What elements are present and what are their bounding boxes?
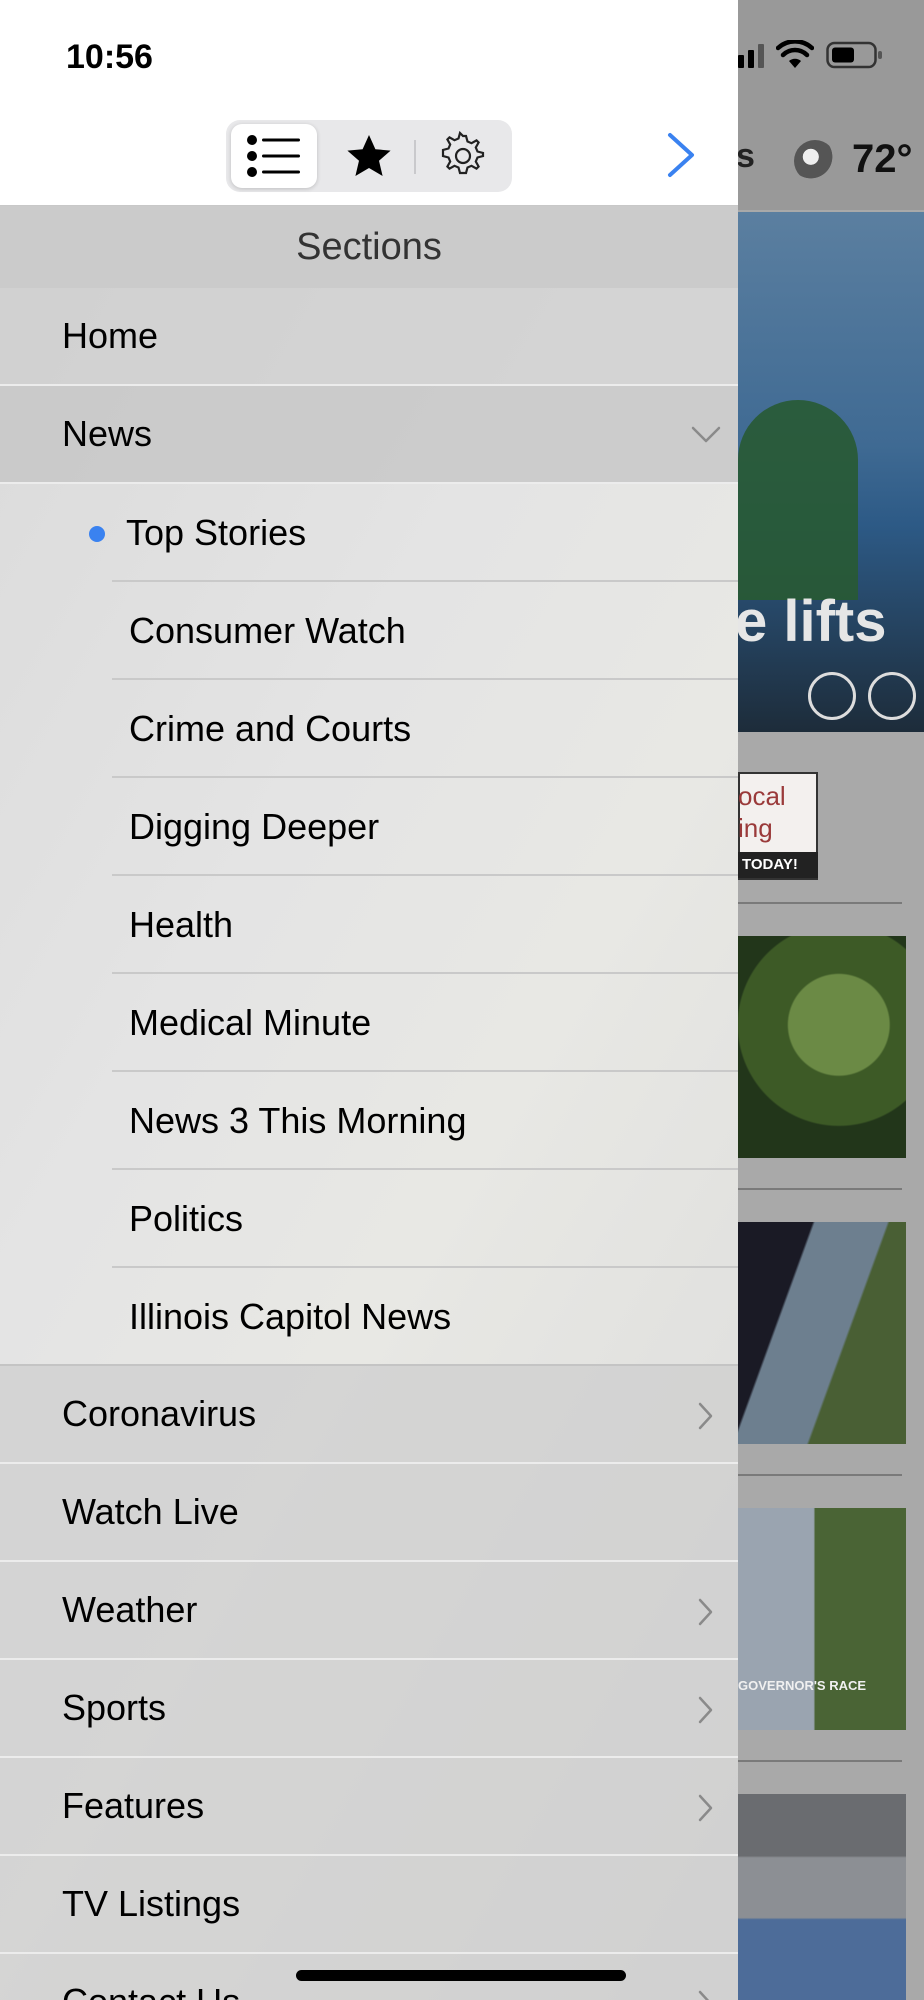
sections-drawer: 10:56 Sections Home News Top Stories Con… [0, 0, 738, 2000]
temperature-label: 72° [852, 137, 913, 181]
selected-indicator [89, 526, 105, 542]
submenu-item-medical-minute[interactable]: Medical Minute [0, 974, 738, 1072]
background-tab-label: s [736, 137, 755, 175]
menu-item-label: Watch Live [62, 1491, 239, 1532]
ad-band: TODAY! [738, 852, 818, 878]
thumbnail-caption: GOVERNOR'S RACE [738, 1678, 867, 1693]
submenu-item-top-stories[interactable]: Top Stories [0, 484, 738, 582]
submenu-item-label: Politics [129, 1198, 244, 1239]
menu-item-watch-live[interactable]: Watch Live [0, 1464, 738, 1562]
hero-headline: e lifts [735, 589, 887, 654]
story-thumbnail [738, 1222, 906, 1444]
menu-item-label: Contact Us [62, 1981, 240, 2000]
ad-text-line-1: ocal [738, 781, 786, 811]
sections-title: Sections [296, 225, 442, 268]
list-icon [247, 135, 300, 177]
menu-item-news[interactable]: News [0, 386, 738, 484]
chevron-right-icon [698, 1990, 710, 2000]
weather-icon [794, 140, 836, 182]
menu-item-tv-listings[interactable]: TV Listings [0, 1856, 738, 1954]
menu-item-label: News [62, 413, 153, 454]
menu-item-weather[interactable]: Weather [0, 1562, 738, 1660]
gallery-icon [868, 672, 916, 720]
sections-header: Sections [0, 206, 738, 288]
segmented-control [226, 120, 512, 192]
star-icon [347, 135, 391, 176]
menu-item-features[interactable]: Features [0, 1758, 738, 1856]
submenu-item-illinois-capitol-news[interactable]: Illinois Capitol News [0, 1268, 738, 1366]
submenu-item-label: Health [129, 904, 234, 945]
home-indicator[interactable] [296, 1970, 626, 1981]
submenu-item-label: Consumer Watch [129, 610, 406, 651]
tab-favorites[interactable] [326, 124, 412, 188]
chevron-right-icon [698, 1696, 713, 1724]
chevron-right-icon [698, 1794, 713, 1822]
submenu-item-label: Digging Deeper [129, 806, 380, 847]
status-time: 10:56 [66, 38, 153, 76]
background-divider [738, 1474, 902, 1476]
close-drawer-button[interactable] [658, 130, 704, 180]
submenu-item-label: Illinois Capitol News [129, 1296, 452, 1337]
chevron-right-icon [698, 1402, 713, 1430]
tab-settings[interactable] [420, 124, 506, 188]
background-divider [738, 1760, 902, 1762]
story-thumbnail [738, 1794, 906, 2000]
submenu-item-digging-deeper[interactable]: Digging Deeper [0, 778, 738, 876]
battery-icon [826, 41, 882, 69]
submenu-item-politics[interactable]: Politics [0, 1170, 738, 1268]
chevron-right-icon [668, 133, 694, 177]
tab-sections[interactable] [231, 124, 317, 188]
chevron-right-icon [698, 1598, 713, 1626]
submenu-item-label: Medical Minute [129, 1002, 372, 1043]
story-thumbnail [738, 1508, 906, 1730]
ad-text: ocal ing [738, 780, 786, 844]
background-divider [738, 1188, 902, 1190]
submenu-item-label: Top Stories [126, 512, 307, 553]
sections-menu: Home News Top Stories Consumer Watch Cri… [0, 288, 738, 2000]
submenu-item-crime-and-courts[interactable]: Crime and Courts [0, 680, 738, 778]
submenu-item-label: News 3 This Morning [129, 1100, 467, 1141]
status-bar: 10:56 [0, 0, 738, 100]
menu-item-label: Features [62, 1785, 205, 1826]
menu-item-label: Coronavirus [62, 1393, 257, 1434]
menu-item-label: TV Listings [62, 1883, 241, 1924]
submenu-item-label: Crime and Courts [129, 708, 412, 749]
submenu-item-health[interactable]: Health [0, 876, 738, 974]
menu-item-sports[interactable]: Sports [0, 1660, 738, 1758]
menu-item-coronavirus[interactable]: Coronavirus [0, 1366, 738, 1464]
segment-divider [414, 140, 416, 174]
ad-text-line-2: ing [738, 813, 773, 843]
menu-item-home[interactable]: Home [0, 288, 738, 386]
drawer-toolbar [0, 100, 738, 206]
wifi-icon [776, 40, 814, 68]
menu-item-label: Home [62, 315, 159, 356]
hero-figure [738, 400, 858, 600]
menu-item-label: Sports [62, 1687, 167, 1728]
submenu-item-news-3-this-morning[interactable]: News 3 This Morning [0, 1072, 738, 1170]
menu-item-label: Weather [62, 1589, 198, 1630]
video-icon [808, 672, 856, 720]
submenu-item-consumer-watch[interactable]: Consumer Watch [0, 582, 738, 680]
story-thumbnail [738, 936, 906, 1158]
gear-icon [441, 131, 485, 175]
background-divider [738, 902, 902, 904]
chevron-down-icon [691, 426, 721, 443]
